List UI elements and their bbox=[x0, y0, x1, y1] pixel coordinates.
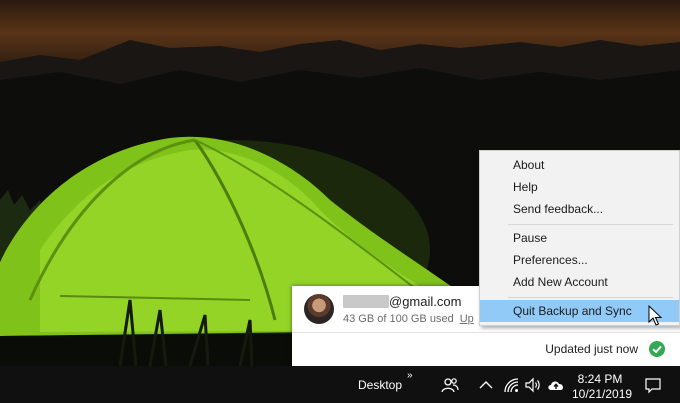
clock-time[interactable]: 8:24 PM bbox=[572, 372, 628, 386]
account-email: @gmail.com bbox=[343, 294, 461, 309]
toolbar-overflow-chevron[interactable]: » bbox=[407, 370, 413, 381]
mouse-cursor-icon bbox=[648, 305, 662, 326]
check-icon bbox=[649, 341, 665, 357]
clock-date[interactable]: 10/21/2019 bbox=[572, 387, 632, 401]
menu-separator bbox=[508, 297, 673, 298]
people-icon[interactable] bbox=[440, 375, 460, 395]
menu-item-preferences[interactable]: Preferences... bbox=[480, 249, 679, 271]
taskbar: Desktop » 8:24 PM 10/21/2019 bbox=[0, 366, 680, 403]
context-menu: About Help Send feedback... Pause Prefer… bbox=[479, 150, 680, 326]
menu-item-about[interactable]: About bbox=[480, 154, 679, 176]
storage-usage: 43 GB of 100 GB used Up bbox=[343, 313, 474, 325]
menu-item-pause[interactable]: Pause bbox=[480, 227, 679, 249]
status-row: Updated just now bbox=[292, 333, 680, 366]
menu-item-send-feedback[interactable]: Send feedback... bbox=[480, 198, 679, 220]
email-suffix: @gmail.com bbox=[389, 294, 462, 309]
menu-item-help[interactable]: Help bbox=[480, 176, 679, 198]
avatar bbox=[304, 294, 334, 324]
status-text: Updated just now bbox=[545, 342, 638, 356]
email-redaction bbox=[343, 295, 389, 308]
desktop-toolbar-label[interactable]: Desktop bbox=[358, 378, 402, 392]
menu-separator bbox=[508, 224, 673, 225]
menu-item-add-new-account[interactable]: Add New Account bbox=[480, 271, 679, 293]
chevron-up-icon[interactable] bbox=[476, 375, 496, 395]
upgrade-link[interactable]: Up bbox=[460, 313, 474, 325]
wifi-icon[interactable] bbox=[501, 375, 521, 395]
notification-icon[interactable] bbox=[643, 375, 663, 395]
storage-text: 43 GB of 100 GB used bbox=[343, 313, 454, 325]
cloud-upload-icon[interactable] bbox=[546, 375, 566, 395]
volume-icon[interactable] bbox=[523, 375, 543, 395]
